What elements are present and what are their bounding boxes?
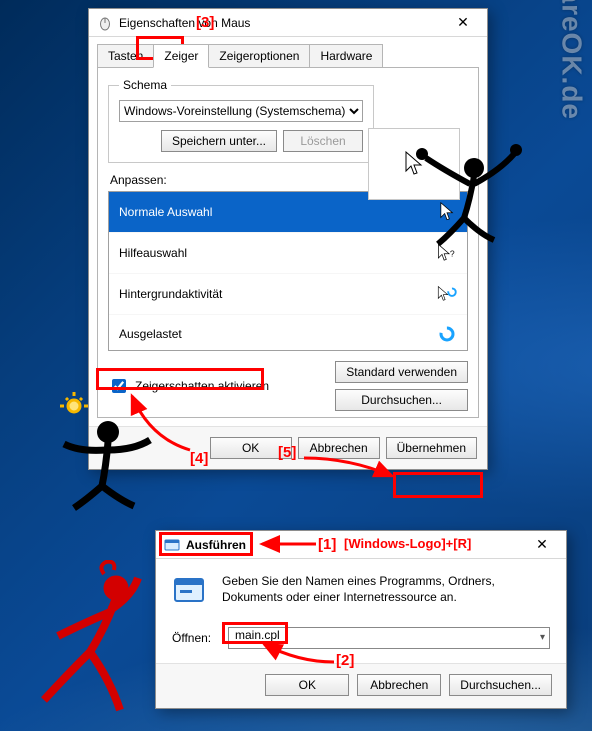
shadow-checkbox[interactable] [112,379,126,393]
schema-group: Schema Windows-Voreinstellung (Systemsch… [108,78,374,163]
tab-zeiger[interactable]: Zeiger [153,44,209,68]
run-button-row: OK Abbrechen Durchsuchen... [156,663,566,708]
open-value: main.cpl [235,628,280,642]
tab-strip: Tasten Zeiger Zeigeroptionen Hardware [89,37,487,67]
cursor-spinner-icon [437,284,457,304]
cancel-button[interactable]: Abbrechen [298,437,380,459]
shadow-checkbox-label: Zeigerschatten aktivieren [135,379,269,393]
svg-text:?: ? [450,249,455,259]
stickfigure-idea [46,392,166,512]
list-item-label: Hilfeauswahl [119,246,187,260]
close-button[interactable]: ✕ [522,535,562,555]
stickfigure-red [20,560,170,720]
run-ok-button[interactable]: OK [265,674,349,696]
apply-button[interactable]: Übernehmen [386,437,477,459]
mouse-title: Eigenschaften von Maus [119,16,443,30]
run-title: Ausführen [186,538,522,552]
run-browse-button[interactable]: Durchsuchen... [449,674,552,696]
tab-tasten[interactable]: Tasten [97,44,154,68]
close-button[interactable]: ✕ [443,13,483,33]
run-big-icon [172,573,208,609]
stickfigure-hanging [404,140,524,250]
list-item-label: Normale Auswahl [119,205,212,219]
tab-hardware[interactable]: Hardware [309,44,383,68]
mouse-icon [97,15,113,31]
list-item[interactable]: Hintergrundaktivität [109,274,467,315]
open-combobox[interactable]: main.cpl ▾ [228,627,550,649]
list-item[interactable]: Ausgelastet [109,315,467,351]
list-item-label: Ausgelastet [119,327,182,341]
run-description: Geben Sie den Namen eines Programms, Ord… [222,573,550,609]
open-label: Öffnen: [172,631,218,645]
mouse-titlebar[interactable]: Eigenschaften von Maus ✕ [89,9,487,37]
list-item-label: Hintergrundaktivität [119,287,222,301]
schema-select[interactable]: Windows-Voreinstellung (Systemschema) [119,100,363,122]
run-titlebar[interactable]: Ausführen ✕ [156,531,566,559]
chevron-down-icon: ▾ [540,632,545,643]
use-default-button[interactable]: Standard verwenden [335,361,468,383]
run-body: Geben Sie den Namen eines Programms, Ord… [156,559,566,663]
browse-cursor-button[interactable]: Durchsuchen... [335,389,468,411]
ok-button[interactable]: OK [210,437,292,459]
tab-zeigeroptionen[interactable]: Zeigeroptionen [208,44,310,68]
run-cancel-button[interactable]: Abbrechen [357,674,441,696]
save-as-button[interactable]: Speichern unter... [161,130,277,152]
schema-legend: Schema [119,78,171,92]
spinner-icon [437,325,457,343]
run-icon [164,537,180,553]
run-window: Ausführen ✕ Geben Sie den Namen eines Pr… [155,530,567,709]
delete-button: Löschen [283,130,363,152]
